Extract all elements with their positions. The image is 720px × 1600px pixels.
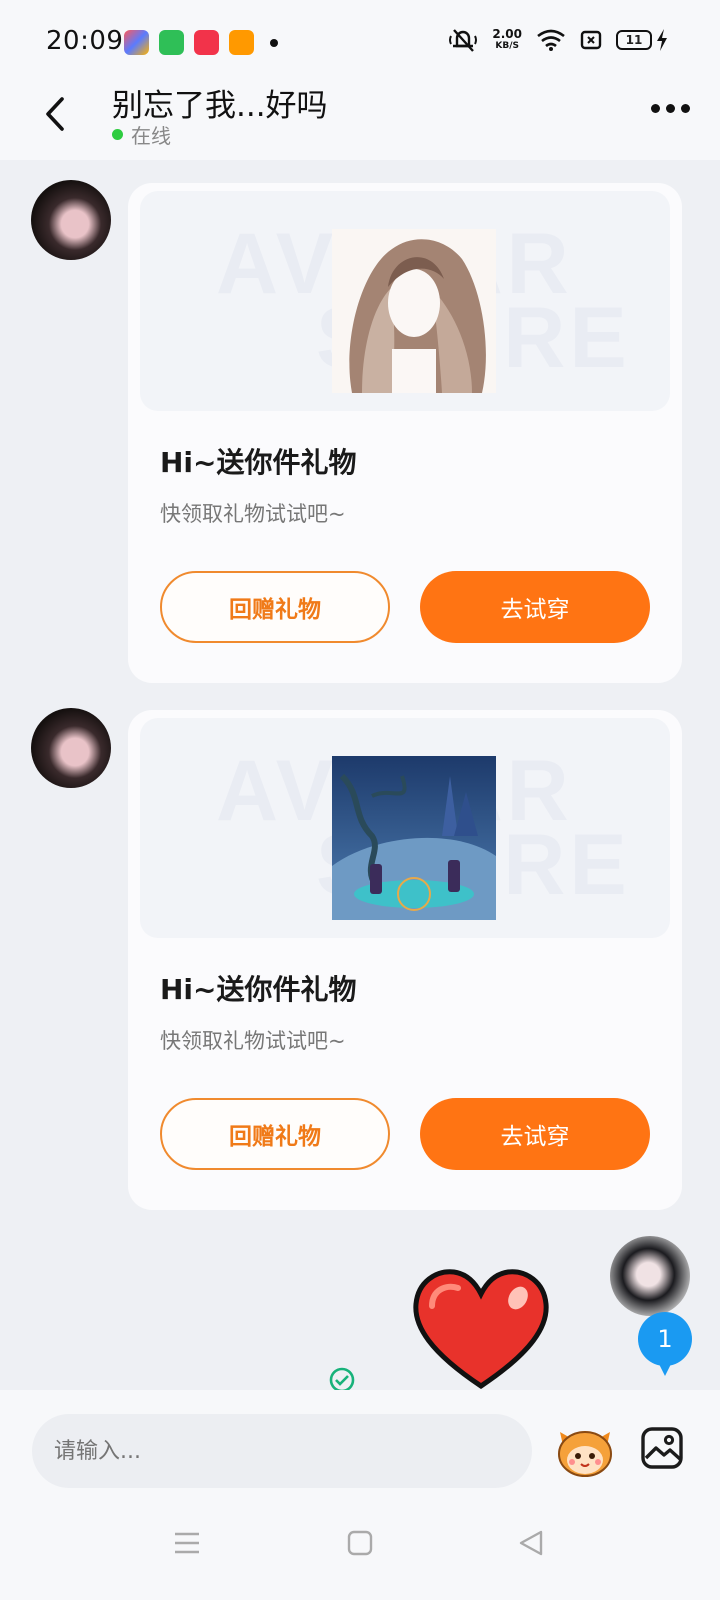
gift-subtitle: 快领取礼物试试吧~ <box>160 502 346 526</box>
notification-icons <box>124 30 278 55</box>
back-triangle-icon[interactable] <box>516 1528 546 1558</box>
status-time: 20:09 <box>46 26 124 56</box>
online-status: 在线 <box>112 120 171 149</box>
try-on-button[interactable]: 去试穿 <box>420 571 650 643</box>
gift-title: Hi~送你件礼物 <box>160 446 357 479</box>
game-app-icon <box>229 30 254 55</box>
back-arrow-icon[interactable] <box>40 94 72 134</box>
status-bar: 20:09 2.00 KB/S 11 <box>0 0 720 80</box>
return-gift-button[interactable]: 回赠礼物 <box>160 571 390 643</box>
unread-badge[interactable]: 1 <box>638 1312 692 1376</box>
input-bar <box>0 1390 720 1490</box>
system-nav-bar <box>0 1490 720 1600</box>
status-indicators: 2.00 KB/S 11 <box>448 27 668 53</box>
speed-value: 2.00 <box>492 27 522 41</box>
chat-header: 别忘了我...好吗 在线 <box>0 80 720 160</box>
heart-sticker-icon <box>413 1269 549 1390</box>
sender-avatar[interactable] <box>31 708 111 788</box>
sim-icon <box>580 30 602 50</box>
charging-icon <box>657 29 667 51</box>
message-input[interactable] <box>32 1414 532 1488</box>
mascot-emoji-icon[interactable] <box>554 1422 616 1478</box>
menu-icon[interactable] <box>172 1528 202 1558</box>
online-dot <box>112 129 123 140</box>
try-on-button[interactable]: 去试穿 <box>420 1098 650 1170</box>
online-text: 在线 <box>131 124 171 148</box>
home-icon[interactable] <box>345 1528 375 1558</box>
return-gift-button[interactable]: 回赠礼物 <box>160 1098 390 1170</box>
mute-bell-icon <box>449 29 478 52</box>
network-speed: 2.00 KB/S <box>492 28 522 52</box>
gift-banner: AVATAR STORE <box>140 718 670 938</box>
gift-subtitle: 快领取礼物试试吧~ <box>160 1029 346 1053</box>
gift-scene-image[interactable] <box>332 756 496 920</box>
app-notification-icon <box>124 30 149 55</box>
gift-title: Hi~送你件礼物 <box>160 973 357 1006</box>
app-store-icon <box>159 30 184 55</box>
gift-card: AVATAR STORE Hi~送你件礼物 快领取礼物试试吧~ 回赠礼物 去试穿 <box>128 710 682 1210</box>
sender-avatar[interactable] <box>31 180 111 260</box>
speed-unit: KB/S <box>495 41 519 51</box>
gift-card: AVATAR STORE Hi~送你件礼物 快领取礼物试试吧~ 回赠礼物 去试穿 <box>128 183 682 683</box>
gift-hair-image[interactable] <box>332 229 496 393</box>
wifi-icon <box>537 29 565 51</box>
chat-title: 别忘了我...好吗 <box>112 88 328 124</box>
music-app-icon <box>194 30 219 55</box>
floating-contact-avatar[interactable] <box>610 1236 690 1316</box>
battery-icon: 11 <box>616 30 652 50</box>
more-notifications-dot <box>270 39 278 47</box>
more-options-icon[interactable] <box>651 104 690 113</box>
gift-banner: AVATAR STORE <box>140 191 670 411</box>
image-picker-icon[interactable] <box>640 1426 684 1470</box>
